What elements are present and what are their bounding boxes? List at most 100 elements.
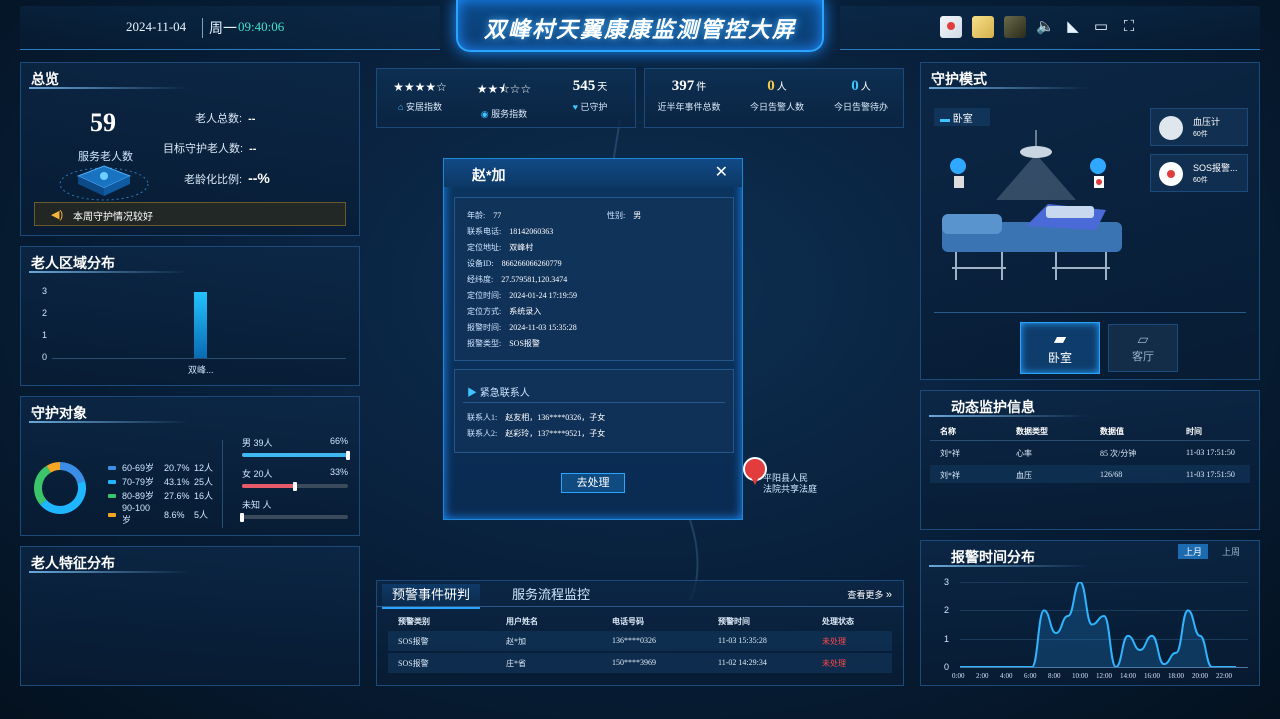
gender-fill <box>242 453 348 457</box>
events-cell: 未处理 <box>822 659 846 668</box>
divider <box>934 312 1246 313</box>
alarm-time-row: 报警时间: 2024-11-03 15:35:28 <box>467 323 577 332</box>
age-row: 年龄: 77 <box>467 211 502 220</box>
coords-row: 经纬度: 27.579581,120.3474 <box>467 275 568 284</box>
title-underline <box>29 421 189 423</box>
events-cell: 11-02 14:29:34 <box>718 658 767 667</box>
fullscreen-icon[interactable]: ⛶ <box>1120 18 1138 36</box>
header: 2024-11-04 周一 09:40:06 双峰村天翼康康监测管控大屏 🔈 ◣… <box>0 0 1280 56</box>
x-tick-label: 12:00 <box>1096 672 1112 680</box>
target-elders: 目标守护老人数: -- <box>163 143 257 155</box>
events-cell: 136****0326 <box>612 636 656 645</box>
events-cell: SOS报警 <box>398 637 429 646</box>
alarm-dist-title: 报警时间分布 <box>951 549 1035 565</box>
x-tick-label: 4:00 <box>1000 672 1013 680</box>
events-tabs: 预警事件研判 服务流程监控 查看更多 » <box>376 582 904 609</box>
toggle-last-month[interactable]: 上月 <box>1178 544 1209 559</box>
monitor-cell: 刘*祥 <box>940 471 960 480</box>
monitor-header-cell: 时间 <box>1186 427 1202 436</box>
y-tick-label: 0 <box>944 662 950 672</box>
contacts-title: ▶ 紧急联系人 <box>467 388 530 399</box>
region-title: 老人区域分布 <box>31 255 115 271</box>
events-cell: 150****3969 <box>612 658 656 667</box>
weekday-display: 周一 <box>202 18 237 38</box>
age-pct: 43.1% <box>164 476 190 487</box>
x-axis-line <box>960 667 1248 668</box>
events-header-cell: 电话号码 <box>612 617 644 626</box>
speaker-icon[interactable]: 🔈 <box>1036 18 1055 36</box>
legend-swatch <box>108 512 116 517</box>
x-tick-label: 10:00 <box>1072 672 1088 680</box>
x-tick-label: 8:00 <box>1048 672 1061 680</box>
elder-detail-modal: 赵*加 ✕ 年龄: 77 性别: 男 联系电话: 18142060363 定位地址: 双… <box>443 158 743 520</box>
total-elders: 老人总数: -- <box>195 113 256 125</box>
camera-icon[interactable]: ◣ <box>1064 18 1082 36</box>
phone-row: 联系电话: 18142060363 <box>467 227 554 236</box>
age-count: 12人 <box>194 463 214 473</box>
toggle-last-week[interactable]: 上周 <box>1216 544 1246 559</box>
age-donut-chart <box>34 462 86 514</box>
monitor-icon[interactable]: ▭ <box>1092 18 1110 36</box>
contacts-box: ▶ 紧急联系人 联系人1: 赵友相，136****0326，子女 联系人2: 赵彩玲… <box>454 369 734 453</box>
device-bp-monitor[interactable]: 血压计 60件 <box>1150 108 1248 146</box>
divider <box>930 440 1250 441</box>
close-icon[interactable]: ✕ <box>715 162 728 182</box>
tab-service-monitor[interactable]: 服务流程监控 <box>512 584 590 603</box>
date-display: 2024-11-04 <box>126 19 187 34</box>
title-underline <box>929 565 1089 567</box>
room-button-living[interactable]: ▱ 客厅 <box>1108 324 1178 372</box>
monitor-cell: 11-03 17:51:50 <box>1186 470 1235 479</box>
events-cell: 未处理 <box>822 637 846 646</box>
header-toolbar: 🔈 ◣ ▭ ⛶ <box>940 16 1138 38</box>
guard-mode-title: 守护模式 <box>931 71 987 87</box>
monitor-header-cell: 数据类型 <box>1016 427 1048 436</box>
gender-label: 男 39人 <box>242 438 273 448</box>
guarded-days: 545 天 ♥ 已守护 <box>572 78 608 112</box>
notice-bar: ◀) 本周守护情况较好 <box>34 202 346 226</box>
title-underline <box>29 271 189 273</box>
view-more-link[interactable]: 查看更多 » <box>847 588 892 601</box>
process-button[interactable]: 去处理 <box>561 473 625 493</box>
comfort-stars: ★★★★☆ <box>393 80 447 94</box>
service-count: 59 <box>90 108 116 137</box>
donut-slice <box>46 462 61 473</box>
y-tick-label: 3 <box>42 286 48 296</box>
age-legend-item: 80-89岁 27.6% 16人 <box>108 489 213 502</box>
monitor-cell: 11-03 17:51:50 <box>1186 448 1235 457</box>
age-legend-item: 60-69岁 20.7% 12人 <box>108 461 213 474</box>
loc-method-row: 定位方式: 系统录入 <box>467 307 542 316</box>
monitor-title: 动态监护信息 <box>951 399 1035 415</box>
service-index: ★★⯪☆☆ ◉ 服务指数 <box>472 80 536 120</box>
events-cell: 赵*加 <box>506 637 526 646</box>
contact-1: 联系人1: 赵友相，136****0326，子女 <box>467 413 606 422</box>
map-pin-tail <box>751 477 759 485</box>
divider <box>463 402 725 403</box>
x-tick-label: 6:00 <box>1024 672 1037 680</box>
monitor-header-cell: 名称 <box>940 427 956 436</box>
alarm-type-row: 报警类型: SOS报警 <box>467 339 540 348</box>
device-sos-alarm[interactable]: SOS报警... 60件 <box>1150 154 1248 192</box>
gender-knob <box>345 451 350 460</box>
note-app-icon[interactable] <box>972 16 994 38</box>
gender-row: 性别: 男 <box>607 211 642 220</box>
title-underline <box>29 571 189 573</box>
age-count: 5人 <box>194 510 209 520</box>
time-display: 09:40:06 <box>238 19 285 34</box>
map-app-icon[interactable] <box>940 16 962 38</box>
gender-knob <box>240 513 244 522</box>
age-range: 80-89岁 <box>122 491 155 501</box>
title-underline <box>29 87 189 89</box>
bar <box>194 292 207 358</box>
landscape-app-icon[interactable] <box>1004 16 1026 38</box>
x-tick-label: 14:00 <box>1120 672 1136 680</box>
events-total: 397 件 近半年事件总数 <box>657 78 721 112</box>
x-tick-label: 2:00 <box>976 672 989 680</box>
monitor-cell: 心率 <box>1016 449 1032 458</box>
monitor-header-cell: 数据值 <box>1100 427 1124 436</box>
gender-label: 女 20人 <box>242 469 273 479</box>
room-button-bedroom[interactable]: ▰ 卧室 <box>1020 322 1100 374</box>
title-underline <box>929 87 1089 89</box>
title-frame: 双峰村天翼康康监测管控大屏 <box>456 0 824 52</box>
bp-monitor-icon <box>1159 116 1183 140</box>
speaker-icon: ◀) <box>51 209 64 221</box>
